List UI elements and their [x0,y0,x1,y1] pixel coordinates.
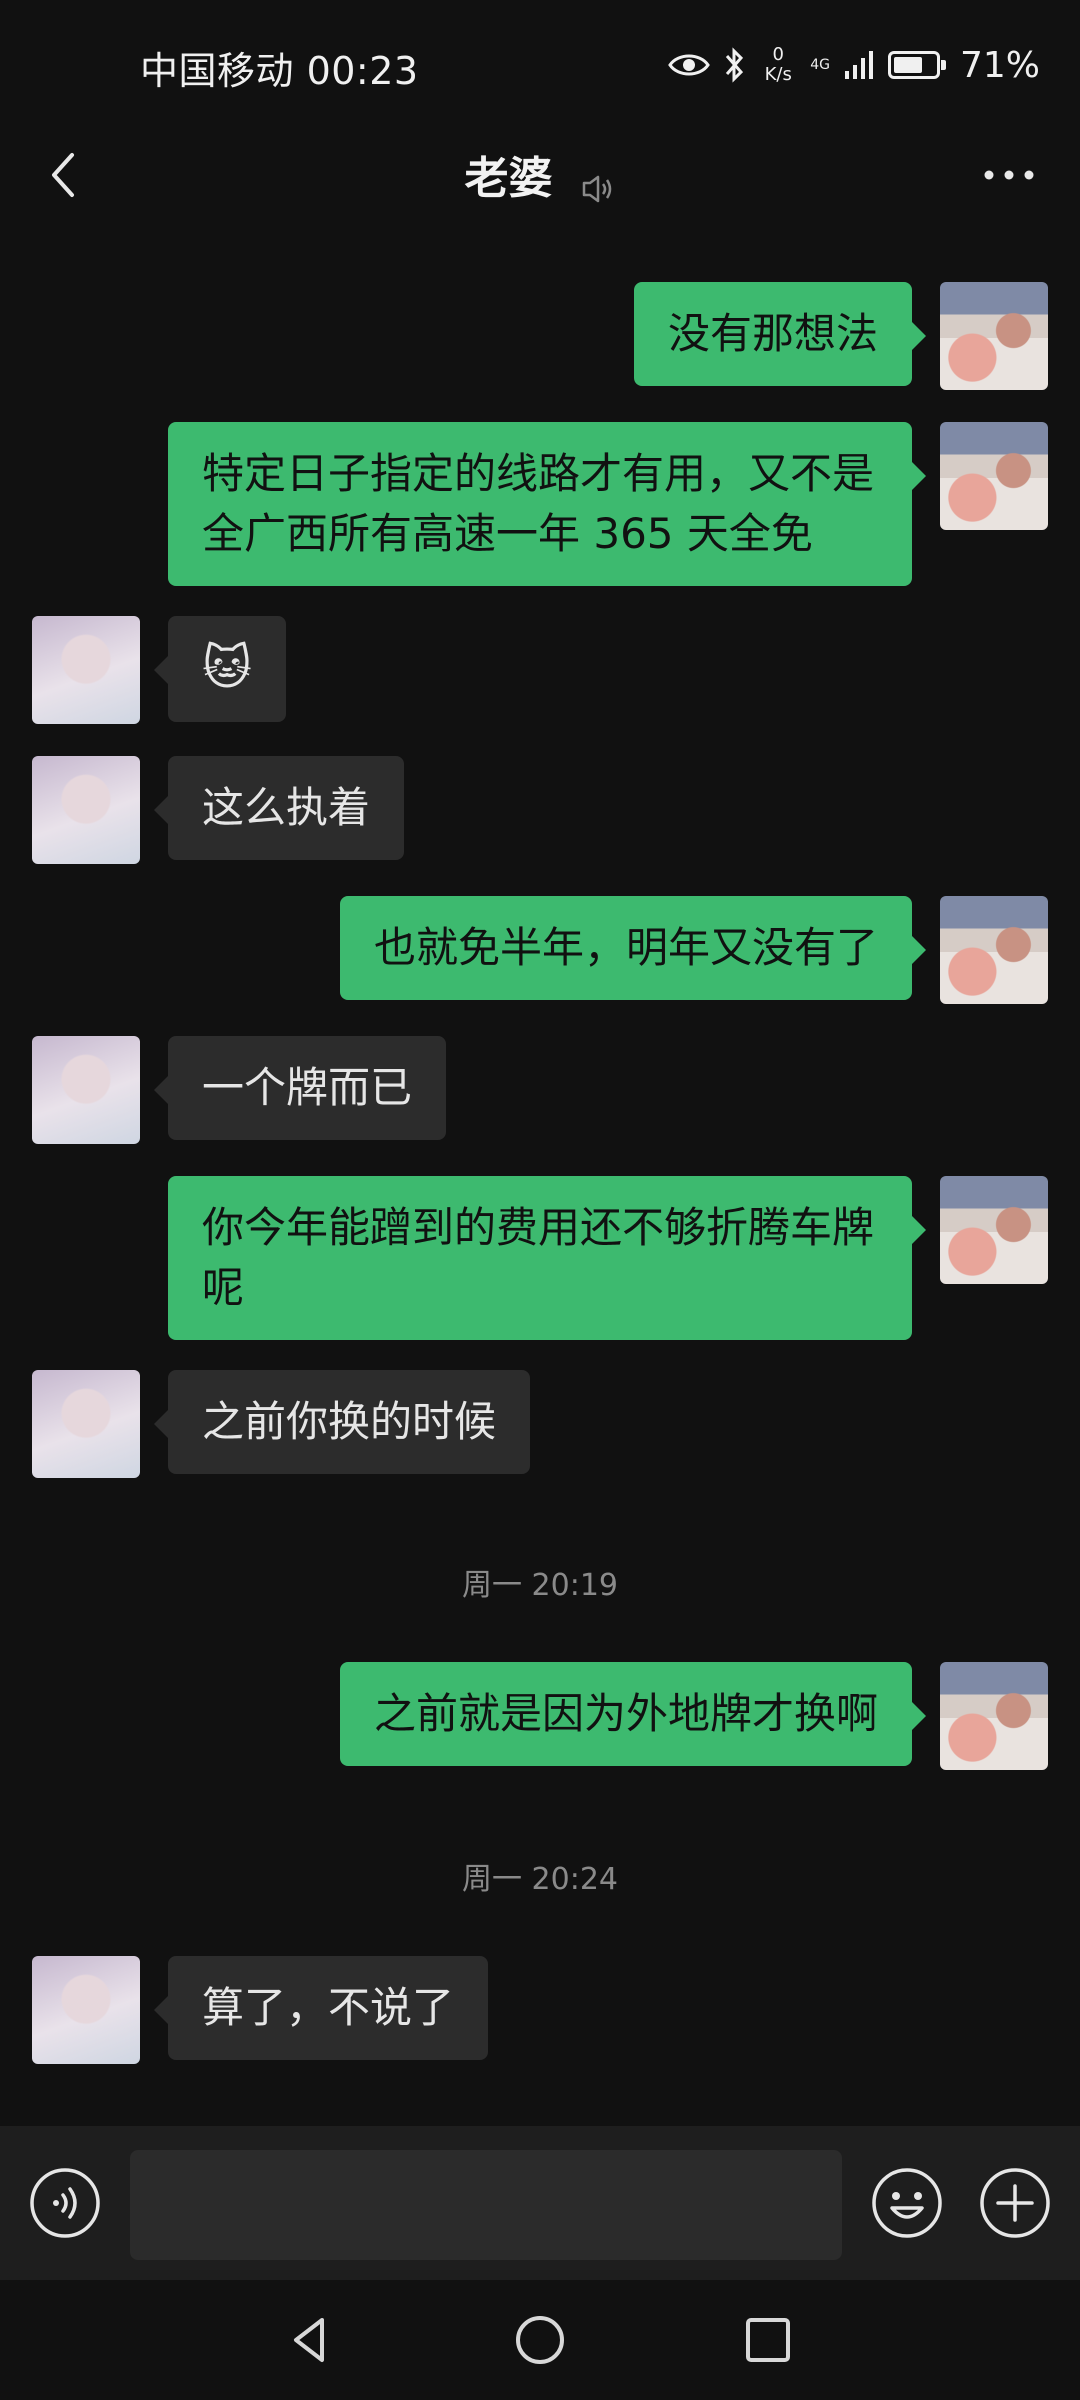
my-message-bubble[interactable]: 你今年能蹭到的费用还不够折腾车牌呢 [168,1176,926,1340]
timestamp: 周一 20:24 [462,1862,618,1897]
plus-icon[interactable] [978,2166,1052,2240]
cat-emoji-icon: 🐱 [202,640,253,696]
her-message-bubble[interactable]: 🐱 [153,616,287,722]
chat-header: 老婆 [0,120,1080,230]
eye-icon [668,54,711,76]
my-message-bubble[interactable]: 之前就是因为外地牌才换啊 [339,1662,927,1766]
voice-icon[interactable] [28,2166,102,2240]
my-avatar[interactable] [940,896,1048,1004]
her-avatar[interactable] [32,756,140,864]
her-message-bubble[interactable]: 这么执着 [153,756,405,860]
carrier-time: 中国移动 00:23 [140,49,419,93]
her-avatar[interactable] [32,1370,140,1478]
network-type: 4G [810,57,830,73]
her-message-bubble[interactable]: 算了，不说了 [153,1956,489,2060]
my-avatar[interactable] [940,1176,1048,1284]
her-message-bubble[interactable]: 之前你换的时候 [153,1370,531,1474]
status-bar: 中国移动 00:23 0 K/s 4G 71% [0,0,1080,120]
chat-title[interactable]: 老婆 [464,153,552,204]
circle-home-icon[interactable] [510,2310,570,2370]
my-avatar[interactable] [940,282,1048,390]
her-message-bubble[interactable]: 一个牌而已 [153,1036,447,1140]
battery-icon [887,51,946,79]
battery-level [893,57,922,73]
square-recents-icon[interactable] [738,2310,798,2370]
emoji-icon[interactable] [870,2166,944,2240]
her-avatar[interactable] [32,616,140,724]
more-dots-icon[interactable] [974,145,1044,205]
message-input[interactable] [130,2150,842,2260]
signal-icon [844,51,873,79]
speed-unit: K/s [764,64,792,85]
her-avatar[interactable] [32,1036,140,1144]
my-avatar[interactable] [940,1662,1048,1770]
speaker-icon [582,175,611,202]
network-speed: 0 K/s [760,45,796,85]
my-avatar[interactable] [940,422,1048,530]
my-message-bubble[interactable]: 特定日子指定的线路才有用，又不是全广西所有高速一年 365 天全免 [168,422,926,586]
battery-percent: 71% [959,44,1040,86]
triangle-back-icon[interactable] [280,2310,340,2370]
speed-value: 0 [772,44,784,65]
title-wrap: 老婆 [0,142,1080,209]
timestamp: 周一 20:19 [462,1568,618,1603]
input-bar [0,2126,1080,2280]
system-nav-bar [0,2280,1080,2400]
my-message-bubble[interactable]: 没有那想法 [633,282,927,386]
her-avatar[interactable] [32,1956,140,2064]
bluetooth-icon [726,47,744,83]
status-icons: 0 K/s 4G 71% [668,40,1040,90]
my-message-bubble[interactable]: 也就免半年，明年又没有了 [339,896,927,1000]
